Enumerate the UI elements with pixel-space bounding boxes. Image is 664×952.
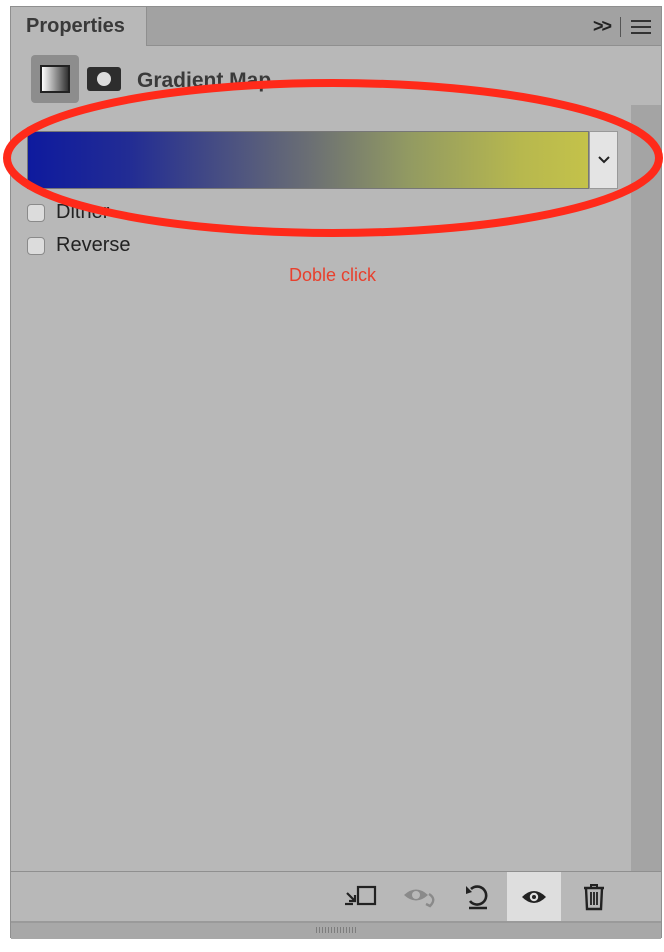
toggle-visibility-button[interactable] <box>507 872 561 922</box>
reverse-checkbox[interactable] <box>27 236 45 255</box>
gradient-preview[interactable] <box>27 131 589 189</box>
delete-button[interactable] <box>567 872 621 922</box>
dither-label: Dither <box>56 201 110 223</box>
gradient-picker-dropdown[interactable] <box>589 131 618 189</box>
annotation-text: Doble click <box>289 265 377 285</box>
clip-to-layer-button[interactable] <box>333 872 387 922</box>
view-previous-state-icon <box>404 889 435 908</box>
bottom-toolbar <box>11 871 661 922</box>
resize-grip[interactable] <box>316 927 356 933</box>
reset-icon <box>466 885 488 910</box>
panel-tab-bar: Properties >> <box>11 7 661 46</box>
scrollbar[interactable] <box>631 105 661 871</box>
panel-title: Gradient Map <box>137 69 272 92</box>
view-previous-state-button[interactable] <box>394 872 448 922</box>
clip-to-layer-icon <box>345 885 377 906</box>
divider <box>620 16 621 37</box>
tab-actions: >> <box>593 16 651 37</box>
properties-panel: Properties >> Gradient Map Dither Revers… <box>10 6 662 939</box>
toggle-visibility-icon <box>522 891 546 903</box>
dither-checkbox[interactable] <box>27 203 45 222</box>
delete-icon <box>584 884 604 911</box>
adjustment-properties-button[interactable] <box>31 55 79 103</box>
reverse-option[interactable]: Reverse <box>27 234 130 257</box>
reverse-label: Reverse <box>56 234 131 256</box>
collapse-panel-icon[interactable]: >> <box>593 16 612 37</box>
layer-mask-icon[interactable] <box>87 67 121 91</box>
gradient-map-icon <box>40 65 70 93</box>
reset-button[interactable] <box>451 872 505 922</box>
panel-resize-strip <box>11 921 661 939</box>
panel-menu-icon[interactable] <box>631 19 651 34</box>
tab-properties[interactable]: Properties <box>11 7 147 46</box>
chevron-down-icon <box>597 156 610 164</box>
dither-option[interactable]: Dither <box>27 201 109 224</box>
adjustment-header: Gradient Map <box>31 55 631 105</box>
